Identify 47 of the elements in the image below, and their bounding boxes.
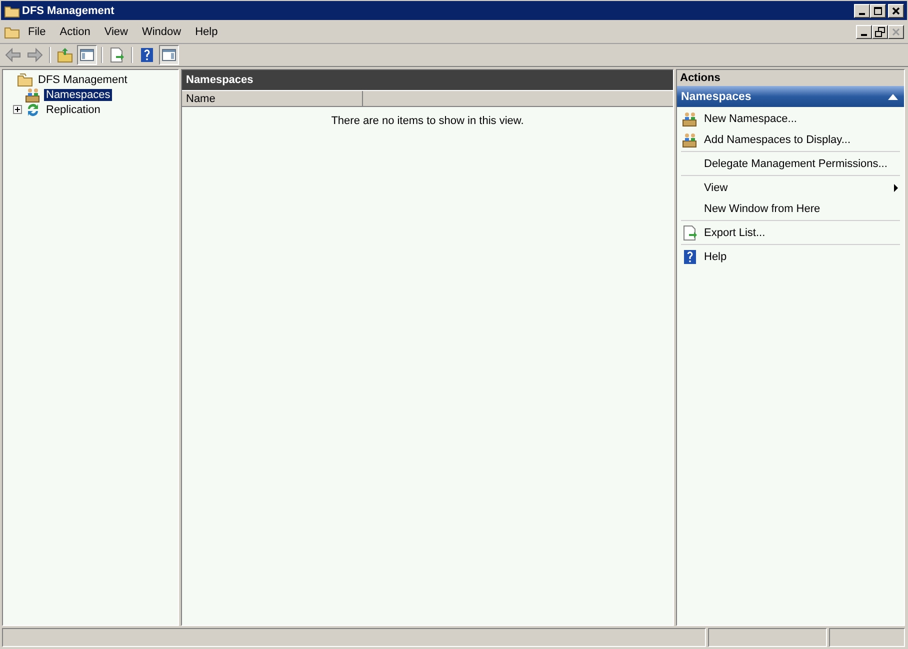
pane-header: Actions [677,70,904,86]
people-folder-icon [25,86,41,102]
expand-icon[interactable] [13,105,22,114]
task-link[interactable]: New Window from Here [681,198,900,219]
collapse-arrow-icon[interactable] [888,94,898,100]
restore-icon [875,27,885,37]
menu-item[interactable]: View [98,26,134,38]
help-icon [682,248,698,264]
task-link[interactable]: View [681,177,900,198]
task-link[interactable]: Help [681,246,900,267]
folders-icon [17,72,33,88]
menu-item[interactable]: File [22,26,52,38]
restore-button[interactable] [872,25,888,39]
close-icon [891,27,901,37]
sync-arrows-icon [25,102,41,118]
tree-item[interactable]: Replication [44,104,102,116]
menu-item[interactable]: Action [54,26,96,38]
maximize-button[interactable] [870,4,886,18]
minimize-icon [859,12,865,14]
task-link[interactable]: Export List... [681,222,900,243]
export-icon [682,224,698,240]
close-button[interactable] [888,4,904,18]
task-link[interactable]: Delegate Management Permissions... [681,153,900,174]
back-button[interactable] [3,45,23,65]
tree-item[interactable]: Namespaces [44,88,112,100]
people-folder-icon [682,110,698,126]
menu-item[interactable]: Window [136,26,188,38]
close-icon [891,6,901,16]
pane-toggle-button[interactable] [77,45,97,65]
people-folder-icon [682,132,698,148]
close-button[interactable] [888,25,904,39]
action-pane-button[interactable] [159,45,179,65]
menu-item[interactable]: Help [189,26,224,38]
tree-item[interactable]: DFS Management [36,74,130,86]
task-link[interactable]: Add Namespaces to Display... [681,129,900,150]
minimize-icon [861,34,867,36]
section-header[interactable]: Namespaces [677,86,904,107]
minimize-button[interactable] [854,4,870,18]
maximize-icon [873,6,883,16]
task-link[interactable]: New Namespace... [681,108,900,129]
empty-message: There are no items to show in this view. [331,115,524,127]
window-title: DFS Management [22,4,116,16]
minimize-button[interactable] [856,25,872,39]
pane-header: Namespaces [182,70,673,91]
forward-button[interactable] [25,45,45,65]
submenu-arrow-icon [894,184,898,192]
section-title: Namespaces [681,90,752,102]
